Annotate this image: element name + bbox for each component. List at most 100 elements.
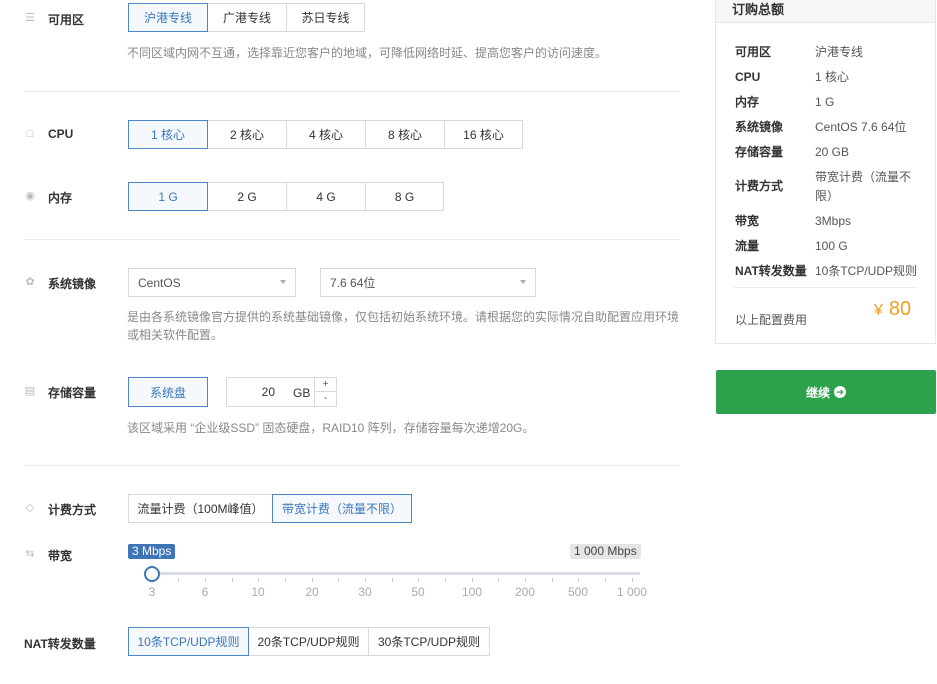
- image-icon: ✿: [25, 276, 35, 288]
- image-description-line: 是由各系统镜像官方提供的系统基础镜像，仅包括初始系统环境。请根据您的实际情况自助…: [127, 310, 680, 324]
- order-summary-header: 订购总额: [716, 0, 935, 23]
- nat-label: NAT转发数量: [24, 637, 96, 651]
- region-options: 沪港专线 广港专线 苏日专线: [128, 3, 365, 32]
- arrow-right-circle-icon: ➜: [834, 386, 846, 398]
- increment-button[interactable]: +: [314, 378, 336, 392]
- summary-key: 系统镜像: [735, 120, 784, 134]
- summary-value: CentOS 7.6 64位: [815, 120, 907, 134]
- region-option[interactable]: 沪港专线: [128, 3, 208, 32]
- bandwidth-slider-ticks: [152, 578, 633, 583]
- billing-label: 计费方式: [48, 503, 97, 517]
- total-label: 以上配置费用: [735, 313, 808, 327]
- cpu-option[interactable]: 16 核心: [444, 120, 523, 149]
- bandwidth-max-value: 1 000 Mbps: [570, 544, 641, 559]
- memory-icon: ◉: [25, 190, 35, 202]
- summary-key: 流量: [735, 239, 760, 253]
- currency-symbol: ¥: [874, 302, 883, 319]
- summary-value: 3Mbps: [815, 214, 852, 228]
- summary-key: 可用区: [735, 45, 772, 59]
- summary-key: 存储容量: [735, 145, 784, 159]
- total-price: ¥80: [874, 298, 911, 321]
- os-select[interactable]: CentOS: [128, 268, 296, 297]
- summary-value: 沪港专线: [815, 45, 864, 59]
- memory-option[interactable]: 1 G: [128, 182, 208, 211]
- nat-options: 10条TCP/UDP规则 20条TCP/UDP规则 30条TCP/UDP规则: [128, 627, 490, 656]
- nat-option[interactable]: 20条TCP/UDP规则: [248, 627, 369, 656]
- summary-divider: [734, 287, 917, 288]
- bandwidth-icon: ⇆: [25, 548, 35, 560]
- storage-label: 存储容量: [48, 386, 97, 400]
- nat-option[interactable]: 30条TCP/UDP规则: [368, 627, 490, 656]
- bandwidth-tick-label: 100: [461, 585, 483, 599]
- divider: [24, 465, 680, 466]
- bandwidth-tick-label: 30: [358, 585, 372, 599]
- summary-key: CPU: [735, 70, 761, 84]
- bandwidth-tick-label: 3: [148, 585, 156, 599]
- system-disk-button[interactable]: 系统盘: [128, 377, 208, 407]
- storage-stepper: 20 GB + -: [226, 377, 337, 407]
- image-label: 系统镜像: [48, 277, 97, 291]
- billing-option[interactable]: 流量计费（100M峰值）: [128, 494, 273, 523]
- cpu-options: 1 核心 2 核心 4 核心 8 核心 16 核心: [128, 120, 523, 149]
- bandwidth-tick-label: 200: [514, 585, 536, 599]
- summary-value: 1 核心: [815, 70, 850, 84]
- cpu-option[interactable]: 4 核心: [286, 120, 366, 149]
- storage-disk-group: 系统盘: [128, 377, 208, 407]
- billing-options: 流量计费（100M峰值） 带宽计费（流量不限）: [128, 494, 412, 523]
- summary-value: 20 GB: [815, 145, 850, 159]
- region-option[interactable]: 苏日专线: [286, 3, 365, 32]
- summary-key: 内存: [735, 95, 760, 109]
- billing-option[interactable]: 带宽计费（流量不限）: [272, 494, 412, 523]
- memory-option[interactable]: 2 G: [207, 182, 287, 211]
- nat-option[interactable]: 10条TCP/UDP规则: [128, 627, 249, 656]
- summary-key: 带宽: [735, 214, 760, 228]
- summary-value: 10条TCP/UDP规则: [815, 264, 918, 278]
- continue-label: 继续: [805, 385, 830, 400]
- divider: [24, 91, 680, 92]
- decrement-button[interactable]: -: [314, 392, 336, 406]
- bandwidth-slider-track[interactable]: [152, 572, 640, 575]
- bandwidth-tick-label: 6: [201, 585, 209, 599]
- summary-key: 计费方式: [735, 179, 784, 193]
- layers-icon: ☰: [25, 12, 35, 24]
- database-icon: ▤: [24, 385, 36, 397]
- billing-diamond-icon: ◇: [25, 502, 35, 514]
- bandwidth-tick-label: 10: [251, 585, 265, 599]
- os-select-value: CentOS: [138, 275, 181, 290]
- divider: [24, 239, 680, 240]
- bandwidth-tick-label: 50: [411, 585, 425, 599]
- summary-value: 带宽计费（流量不限）: [815, 170, 912, 203]
- cube-icon: □: [26, 128, 34, 140]
- os-version-value: 7.6 64位: [330, 276, 376, 290]
- summary-value: 1 G: [815, 95, 835, 109]
- memory-option[interactable]: 4 G: [286, 182, 366, 211]
- storage-description: 该区域采用 “企业级SSD” 固态硬盘，RAID10 阵列，存储容量每次递增20…: [127, 421, 535, 435]
- chevron-down-icon: [280, 280, 286, 284]
- bandwidth-tick-label: 20: [305, 585, 319, 599]
- memory-options: 1 G 2 G 4 G 8 G: [128, 182, 444, 211]
- chevron-down-icon: [520, 280, 526, 284]
- order-summary-title: 订购总额: [732, 2, 785, 17]
- summary-key: NAT转发数量: [735, 264, 807, 278]
- storage-input[interactable]: 20: [227, 378, 275, 406]
- region-description: 不同区域内网不互通，选择靠近您客户的地域，可降低网络时延、提高您客户的访问速度。: [127, 46, 608, 60]
- bandwidth-tick-label: 500: [567, 585, 589, 599]
- cpu-option[interactable]: 2 核心: [207, 120, 287, 149]
- memory-option[interactable]: 8 G: [365, 182, 444, 211]
- order-summary-panel: 订购总额 可用区 沪港专线 CPU 1 核心 内存 1 G 系统镜像 CentO…: [715, 0, 936, 344]
- cpu-option[interactable]: 1 核心: [128, 120, 208, 149]
- memory-label: 内存: [48, 191, 73, 205]
- bandwidth-slider-handle[interactable]: [144, 566, 160, 582]
- storage-unit: GB: [293, 386, 311, 400]
- bandwidth-current-value: 3 Mbps: [128, 544, 176, 559]
- image-description-line: 或相关软件配置。: [127, 328, 224, 342]
- summary-value: 100 G: [815, 239, 848, 253]
- region-label: 可用区: [48, 13, 85, 27]
- os-version-select[interactable]: 7.6 64位: [320, 268, 536, 297]
- continue-button[interactable]: 继续 ➜: [716, 370, 936, 414]
- bandwidth-tick-label: 1 000: [616, 585, 648, 599]
- cpu-option[interactable]: 8 核心: [365, 120, 445, 149]
- region-option[interactable]: 广港专线: [207, 3, 287, 32]
- bandwidth-label: 带宽: [48, 549, 73, 563]
- cpu-label: CPU: [48, 127, 74, 141]
